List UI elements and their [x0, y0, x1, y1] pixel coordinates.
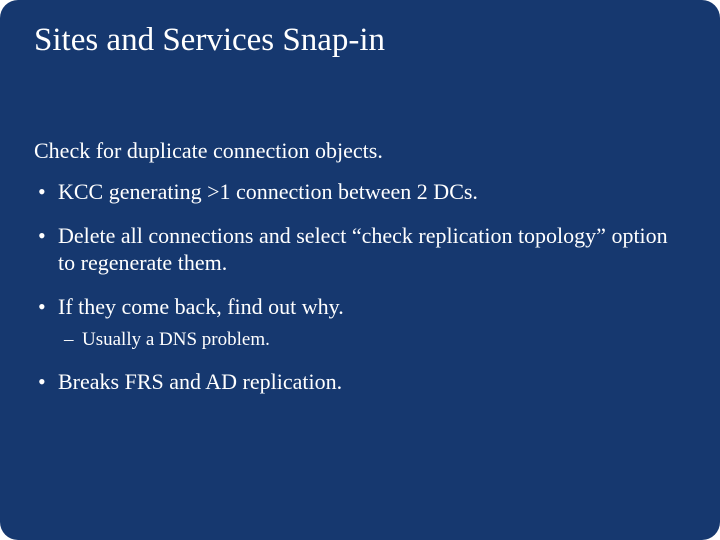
list-item-text: Usually a DNS problem.: [82, 329, 270, 350]
list-item: If they come back, find out why. Usually…: [34, 293, 686, 352]
list-item-text: Delete all connections and select “check…: [58, 223, 668, 276]
lead-text: Check for duplicate connection objects.: [34, 138, 686, 164]
list-item: Delete all connections and select “check…: [34, 222, 686, 277]
bullet-list: KCC generating >1 connection between 2 D…: [34, 178, 686, 395]
slide-title: Sites and Services Snap-in: [34, 22, 686, 60]
slide: Sites and Services Snap-in Check for dup…: [0, 0, 720, 540]
list-item: KCC generating >1 connection between 2 D…: [34, 178, 686, 206]
list-item-text: If they come back, find out why.: [58, 294, 344, 319]
sub-bullet-list: Usually a DNS problem.: [58, 328, 686, 352]
list-item: Breaks FRS and AD replication.: [34, 368, 686, 396]
list-item-text: KCC generating >1 connection between 2 D…: [58, 179, 478, 204]
list-item-text: Breaks FRS and AD replication.: [58, 369, 342, 394]
list-item: Usually a DNS problem.: [58, 328, 686, 352]
